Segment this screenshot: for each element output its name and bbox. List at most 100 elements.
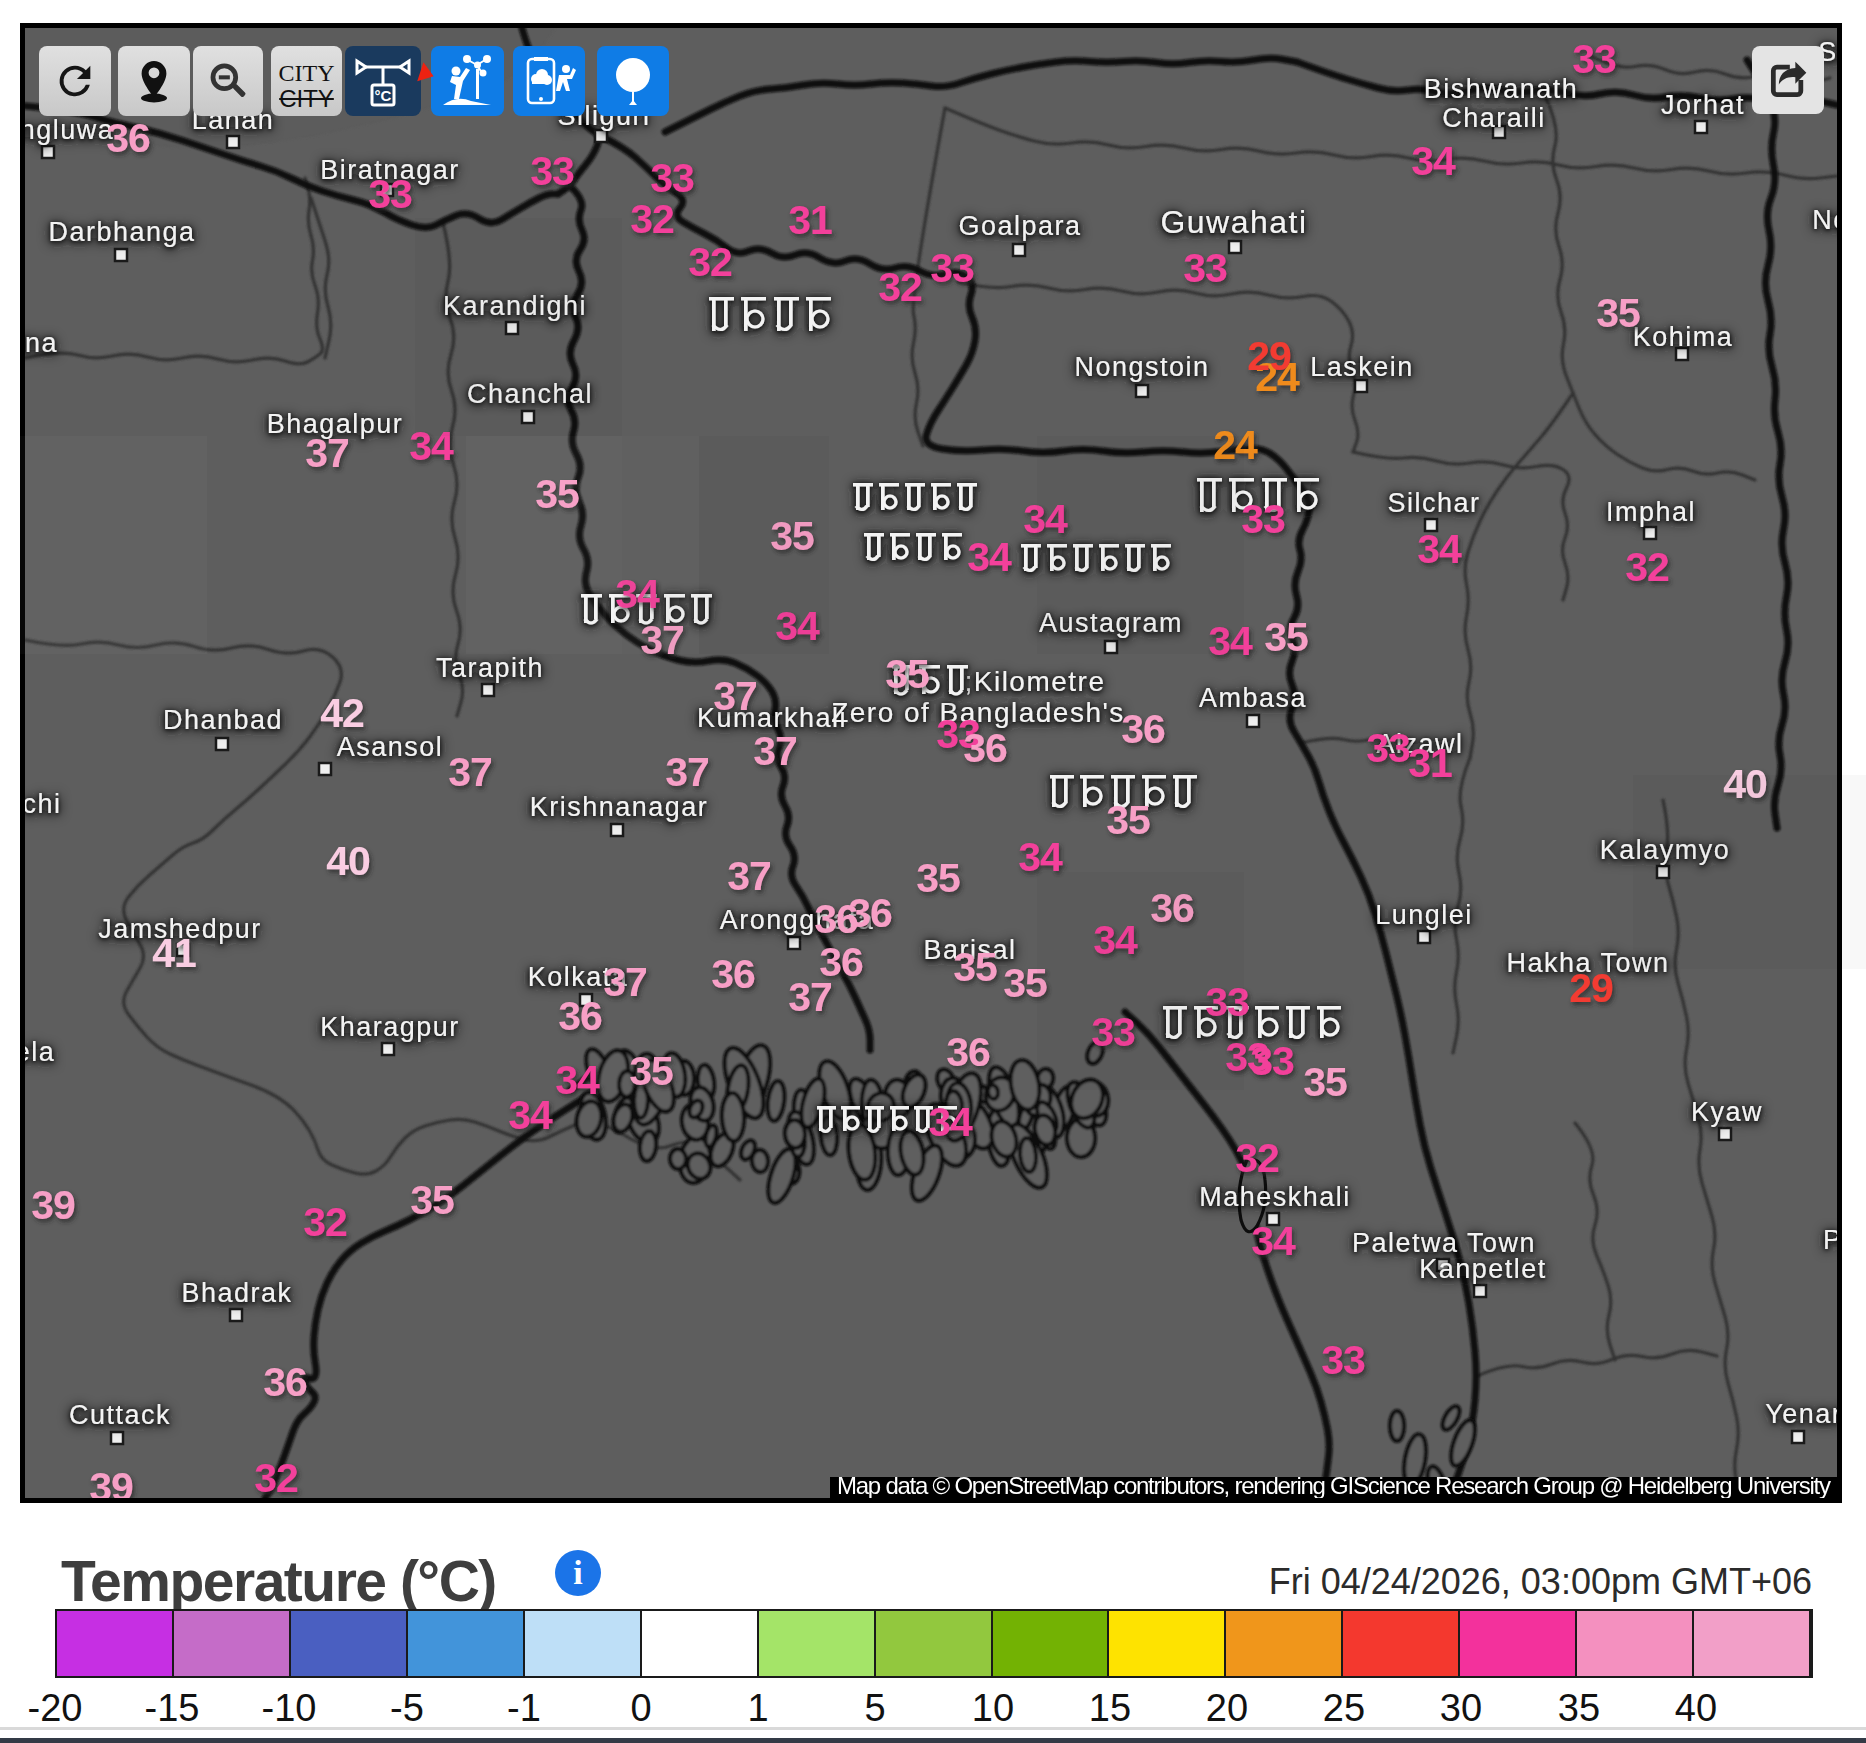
svg-text:chi: chi [25, 789, 62, 819]
svg-text:36: 36 [946, 1029, 990, 1075]
svg-text:34: 34 [1093, 917, 1138, 963]
svg-text:Chanchal: Chanchal [467, 379, 593, 409]
svg-text:Laskein: Laskein [1310, 352, 1414, 382]
svg-text:36: 36 [963, 725, 1007, 771]
svg-text:37: 37 [448, 749, 492, 795]
svg-text:36: 36 [1121, 706, 1165, 752]
svg-text:36: 36 [263, 1359, 307, 1405]
svg-text:Darbhanga: Darbhanga [48, 217, 195, 247]
svg-text:Silchar: Silchar [1387, 488, 1480, 518]
svg-text:36: 36 [711, 951, 755, 997]
svg-text:34: 34 [1411, 138, 1456, 184]
svg-text:Pa: Pa [1823, 1225, 1837, 1255]
svg-text:35: 35 [1003, 960, 1047, 1006]
svg-text:34: 34 [1018, 834, 1063, 880]
svg-text:34: 34 [928, 1099, 973, 1145]
svg-text:Karandighi: Karandighi [443, 291, 587, 321]
svg-text:37: 37 [727, 853, 771, 899]
svg-text:37: 37 [753, 728, 797, 774]
svg-text:34: 34 [615, 571, 660, 617]
svg-text:Kohima: Kohima [1633, 322, 1734, 352]
svg-text:34: 34 [1208, 618, 1253, 664]
svg-text:34: 34 [409, 423, 454, 469]
svg-text:35: 35 [410, 1177, 454, 1223]
svg-text:33: 33 [650, 155, 694, 201]
svg-text:Jorhat: Jorhat [1661, 90, 1745, 120]
svg-text:Bishwanath: Bishwanath [1424, 74, 1579, 104]
svg-text:33: 33 [530, 148, 574, 194]
svg-text:42: 42 [320, 690, 364, 736]
svg-text:41: 41 [152, 930, 196, 976]
svg-text:Austagram: Austagram [1039, 608, 1183, 638]
svg-text:37: 37 [603, 959, 647, 1005]
svg-text:35: 35 [885, 651, 929, 697]
svg-text:35: 35 [916, 855, 960, 901]
svg-text:33: 33 [1250, 1038, 1294, 1084]
svg-text:°C: °C [375, 87, 392, 104]
svg-text:Krishnanagar: Krishnanagar [530, 792, 709, 822]
svg-text:Kyaw: Kyaw [1691, 1097, 1763, 1127]
svg-text:Asansol: Asansol [337, 732, 444, 762]
svg-text:33: 33 [1205, 979, 1249, 1025]
svg-text:32: 32 [303, 1199, 347, 1245]
svg-text:Lunglei: Lunglei [1375, 900, 1473, 930]
svg-text:34: 34 [1251, 1218, 1296, 1264]
svg-text:39: 39 [31, 1182, 75, 1228]
svg-text:37: 37 [305, 430, 349, 476]
svg-text:Dhanbad: Dhanbad [163, 705, 283, 735]
svg-text:35: 35 [1596, 290, 1640, 336]
svg-text:32: 32 [688, 239, 732, 285]
svg-text:36: 36 [558, 993, 602, 1039]
svg-text:36: 36 [814, 896, 858, 942]
svg-text:39: 39 [89, 1464, 133, 1498]
svg-text:34: 34 [1023, 496, 1068, 542]
svg-text:36: 36 [1150, 885, 1194, 931]
svg-text:33: 33 [1241, 496, 1285, 542]
svg-text:32: 32 [1625, 544, 1669, 590]
svg-text:24: 24 [1213, 422, 1258, 468]
svg-text:Yenang: Yenang [1765, 1399, 1837, 1429]
svg-text:Kalaymyo: Kalaymyo [1600, 835, 1731, 865]
svg-text:32: 32 [878, 264, 922, 310]
svg-text:31: 31 [788, 197, 832, 243]
svg-text:35: 35 [1303, 1059, 1347, 1105]
svg-text:32: 32 [254, 1455, 298, 1498]
svg-text:34: 34 [508, 1092, 553, 1138]
svg-text:33: 33 [1572, 36, 1616, 82]
svg-text:tna: tna [25, 328, 58, 358]
svg-text:34: 34 [555, 1057, 600, 1103]
svg-text:37: 37 [713, 673, 757, 719]
svg-text:Kharagpur: Kharagpur [320, 1012, 460, 1042]
svg-text:29: 29 [1569, 965, 1613, 1011]
svg-text:40: 40 [326, 838, 370, 884]
svg-text:32: 32 [630, 196, 674, 242]
svg-text:29: 29 [1247, 333, 1291, 379]
svg-text:Map data © OpenStreetMap contr: Map data © OpenStreetMap contributors, r… [837, 1472, 1831, 1498]
svg-text:Ambasa: Ambasa [1199, 683, 1307, 713]
svg-text:37: 37 [665, 749, 709, 795]
svg-text:33: 33 [1321, 1337, 1365, 1383]
svg-text:31: 31 [1408, 740, 1452, 786]
svg-text:Guwahati: Guwahati [1160, 204, 1307, 240]
svg-text:33: 33 [1183, 245, 1227, 291]
svg-text:Goalpara: Goalpara [958, 211, 1081, 241]
svg-text:No: No [1812, 205, 1837, 235]
svg-text:33: 33 [1366, 725, 1410, 771]
svg-text:32: 32 [1235, 1135, 1279, 1181]
svg-text:33: 33 [1091, 1009, 1135, 1055]
svg-text:ela: ela [25, 1037, 55, 1067]
svg-text:Imphal: Imphal [1606, 497, 1696, 527]
svg-text:Charaili: Charaili [1442, 103, 1546, 133]
svg-text:33: 33 [368, 171, 412, 217]
svg-text:35: 35 [629, 1048, 673, 1094]
svg-text:36: 36 [819, 939, 863, 985]
svg-text:35: 35 [770, 513, 814, 559]
svg-text:34: 34 [775, 603, 820, 649]
svg-text:33: 33 [930, 245, 974, 291]
svg-text:34: 34 [967, 534, 1012, 580]
svg-text:35: 35 [953, 944, 997, 990]
svg-text:36: 36 [106, 115, 150, 161]
svg-text:Bhadrak: Bhadrak [181, 1278, 292, 1308]
svg-text:35: 35 [535, 471, 579, 517]
svg-text:Cuttack: Cuttack [69, 1400, 171, 1430]
